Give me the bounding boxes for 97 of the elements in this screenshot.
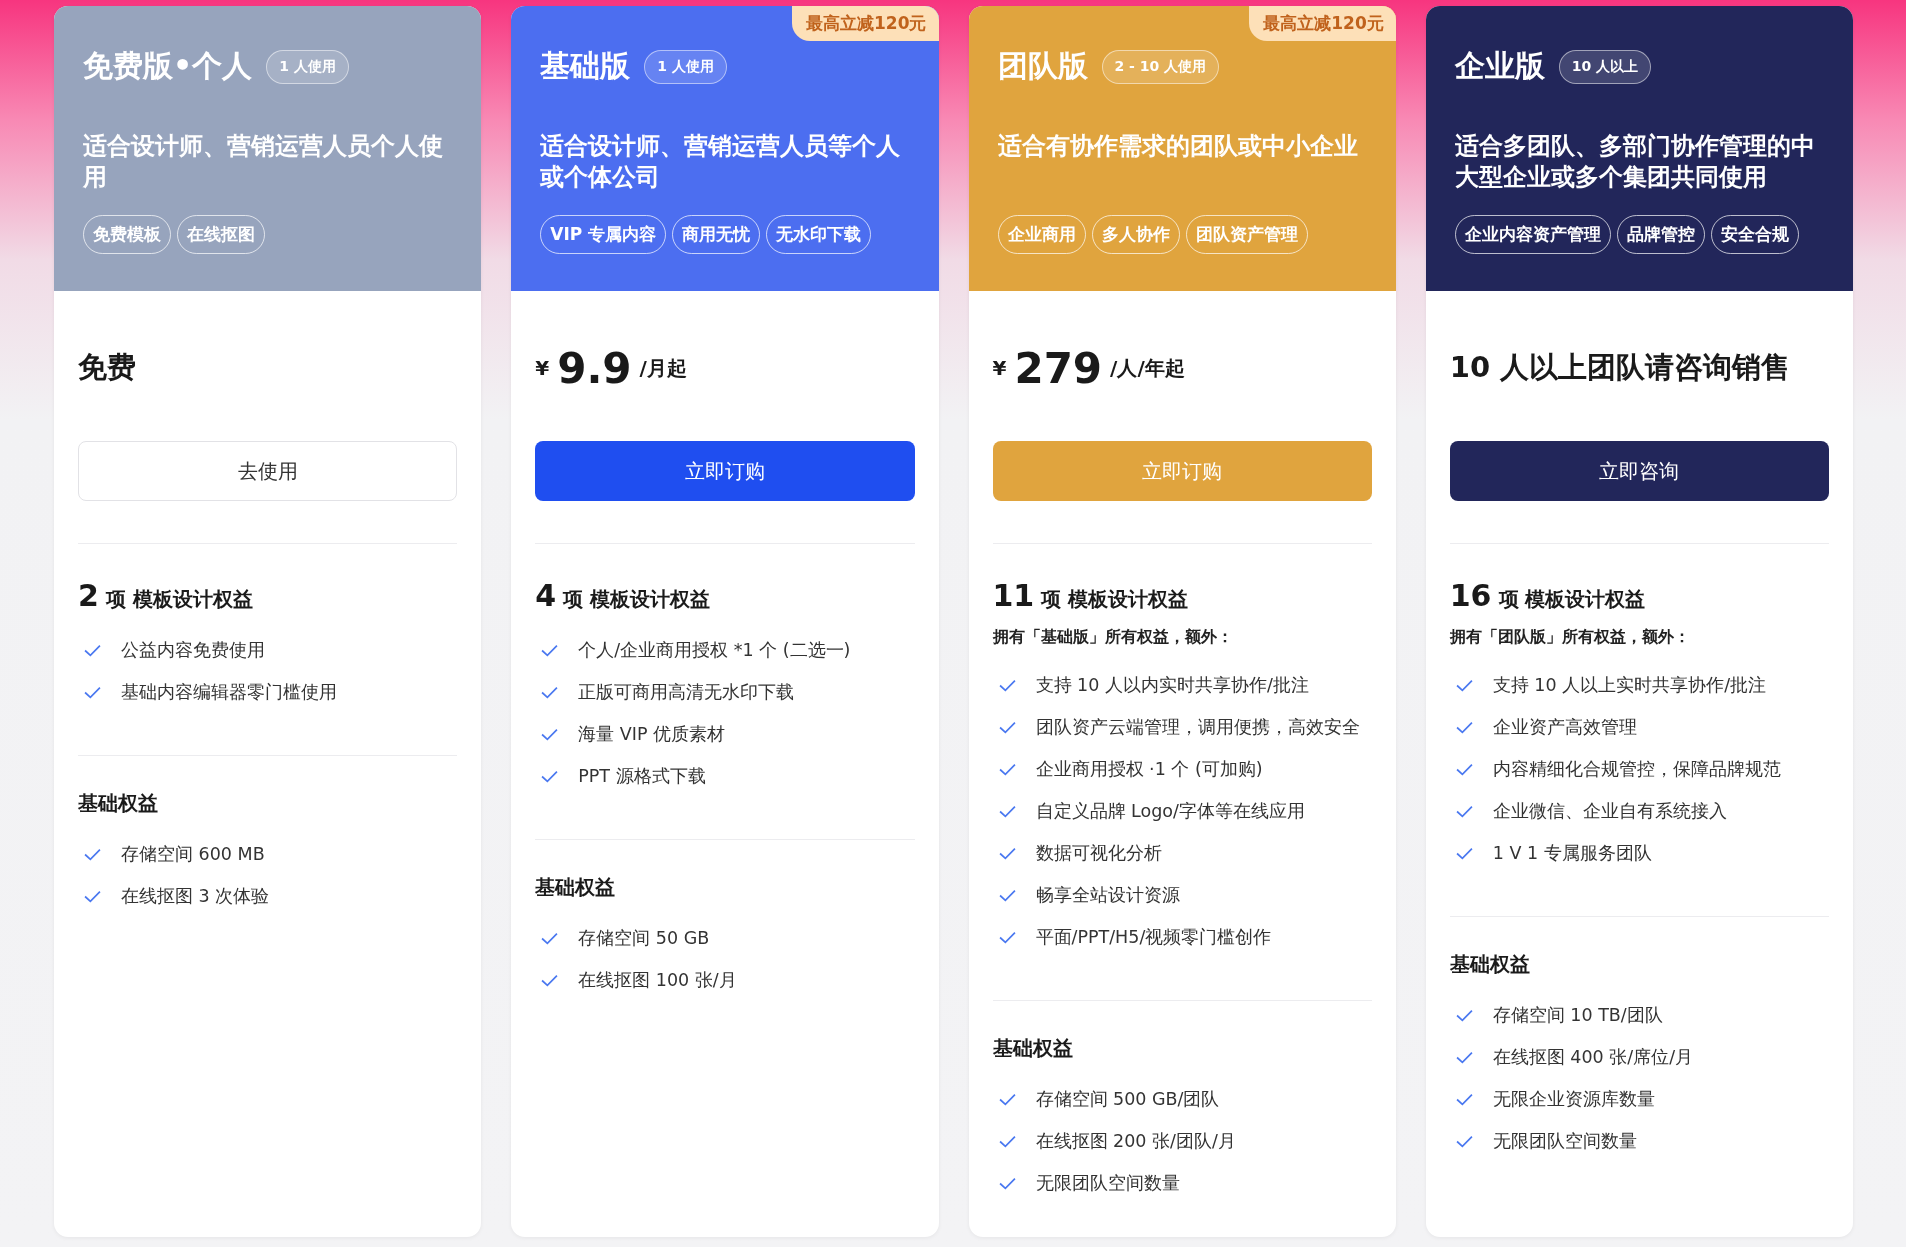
benefit-count: 4: [535, 578, 557, 613]
benefit-item: 公益内容免费使用: [121, 639, 265, 662]
plan-description: 适合设计师、营销运营人员个人使用: [83, 131, 444, 193]
user-count-badge: 2 - 10 人使用: [1101, 49, 1220, 84]
benefit-item: 1 V 1 专属服务团队: [1492, 842, 1652, 865]
benefit-item: 在线抠图 200 张/团队/月: [1035, 1130, 1236, 1153]
benefit-item: 个人/企业商用授权 *1 个 (二选一): [578, 639, 851, 662]
benefit-heading: 项 模板设计权益: [1041, 586, 1189, 613]
benefit-item: 在线抠图 3 次体验: [121, 885, 270, 908]
check-icon: [541, 931, 559, 945]
discount-badge: 最高立减120元: [792, 6, 939, 41]
discount-badge: 最高立减120元: [1249, 6, 1396, 41]
user-count-badge: 10 人以上: [1558, 49, 1652, 84]
benefit-item: 自定义品牌 Logo/字体等在线应用: [1035, 800, 1305, 823]
check-icon: [541, 727, 559, 741]
check-icon: [541, 973, 559, 987]
benefit-item: PPT 源格式下载: [578, 765, 706, 788]
benefit-item: 基础内容编辑器零门槛使用: [121, 681, 337, 704]
check-icon: [998, 678, 1016, 692]
check-icon: [1455, 1134, 1473, 1148]
plan-name: 团队版: [997, 47, 1088, 85]
check-icon: [998, 1092, 1016, 1106]
currency-symbol: ¥: [535, 356, 550, 380]
section-heading: 基础权益: [992, 1035, 1074, 1062]
benefit-heading: 项 模板设计权益: [105, 586, 253, 613]
check-icon: [541, 643, 559, 657]
plan-description: 适合多团队、多部门协作管理的中大型企业或多个集团共同使用: [1454, 131, 1816, 193]
price-amount: 279: [1014, 343, 1103, 393]
benefit-item: 企业资产高效管理: [1492, 716, 1637, 739]
benefit-item: 正版可商用高清无水印下载: [578, 681, 795, 704]
benefit-item: 企业商用授权 ·1 个 (可加购): [1035, 758, 1263, 781]
check-icon: [84, 847, 101, 861]
plan-name: 免费版•个人: [83, 47, 253, 85]
purchase-button[interactable]: 立即咨询: [1449, 441, 1829, 501]
price-amount: 9.9: [557, 343, 632, 393]
benefit-item: 支持 10 人以上实时共享协作/批注: [1492, 674, 1767, 697]
check-icon: [541, 769, 559, 783]
benefit-heading: 项 模板设计权益: [563, 586, 711, 613]
section-heading: 基础权益: [78, 790, 159, 817]
check-icon: [998, 720, 1016, 734]
benefit-item: 存储空间 50 GB: [578, 927, 710, 950]
benefit-item: 无限团队空间数量: [1035, 1172, 1180, 1195]
check-icon: [1455, 762, 1473, 776]
user-count-badge: 1 人使用: [644, 49, 727, 84]
price-text: 免费: [78, 349, 136, 386]
section-heading: 基础权益: [535, 874, 617, 901]
currency-symbol: ¥: [992, 356, 1007, 380]
benefit-count: 2: [78, 578, 99, 613]
check-icon: [1455, 1092, 1473, 1106]
check-icon: [1455, 1050, 1473, 1064]
benefit-item: 海量 VIP 优质素材: [578, 723, 726, 746]
purchase-button[interactable]: 立即订购: [535, 441, 915, 501]
check-icon: [1455, 1008, 1473, 1022]
benefit-note: 拥有「基础版」所有权益，额外：: [992, 627, 1234, 648]
benefit-item: 存储空间 600 MB: [121, 843, 265, 866]
plan-description: 适合设计师、营销运营人员等个人或个体公司: [540, 131, 902, 193]
plan-name: 企业版: [1454, 47, 1545, 85]
price-unit: /月起: [639, 354, 687, 382]
price-text: 10 人以上团队请咨询销售: [1449, 349, 1791, 386]
benefit-item: 数据可视化分析: [1035, 842, 1162, 865]
check-icon: [84, 643, 101, 657]
benefit-item: 无限团队空间数量: [1492, 1130, 1637, 1153]
benefit-item: 支持 10 人以内实时共享协作/批注: [1035, 674, 1309, 697]
benefit-item: 平面/PPT/H5/视频零门槛创作: [1035, 926, 1272, 949]
benefit-item: 内容精细化合规管控，保障品牌规范: [1492, 758, 1781, 781]
price-unit: /人/年起: [1110, 354, 1185, 382]
check-icon: [541, 685, 559, 699]
benefit-item: 存储空间 500 GB/团队: [1035, 1088, 1220, 1111]
section-heading: 基础权益: [1449, 951, 1531, 978]
user-count-badge: 1 人使用: [266, 49, 349, 84]
benefit-count: 11: [992, 578, 1035, 613]
benefit-item: 无限企业资源库数量: [1492, 1088, 1655, 1111]
plan-name: 基础版: [540, 47, 631, 85]
check-icon: [998, 888, 1016, 902]
check-icon: [998, 1176, 1016, 1190]
check-icon: [84, 685, 101, 699]
benefit-item: 存储空间 10 TB/团队: [1492, 1004, 1663, 1027]
benefit-note: 拥有「团队版」所有权益，额外：: [1449, 627, 1691, 648]
check-icon: [998, 804, 1016, 818]
benefit-count: 16: [1449, 578, 1492, 613]
check-icon: [998, 1134, 1016, 1148]
plan-description: 适合有协作需求的团队或中小企业: [997, 131, 1359, 162]
benefit-item: 在线抠图 100 张/月: [578, 969, 737, 992]
check-icon: [1455, 720, 1473, 734]
check-icon: [1455, 804, 1473, 818]
check-icon: [998, 762, 1016, 776]
benefit-item: 畅享全站设计资源: [1035, 884, 1180, 907]
check-icon: [998, 846, 1016, 860]
use-button[interactable]: 去使用: [78, 441, 458, 501]
check-icon: [1455, 678, 1473, 692]
check-icon: [84, 889, 101, 903]
benefit-item: 企业微信、企业自有系统接入: [1492, 800, 1727, 823]
benefit-item: 在线抠图 400 张/席位/月: [1492, 1046, 1694, 1069]
benefit-heading: 项 模板设计权益: [1498, 586, 1646, 613]
check-icon: [1455, 846, 1473, 860]
check-icon: [998, 930, 1016, 944]
benefit-item: 团队资产云端管理，调用便携，高效安全: [1035, 716, 1360, 739]
